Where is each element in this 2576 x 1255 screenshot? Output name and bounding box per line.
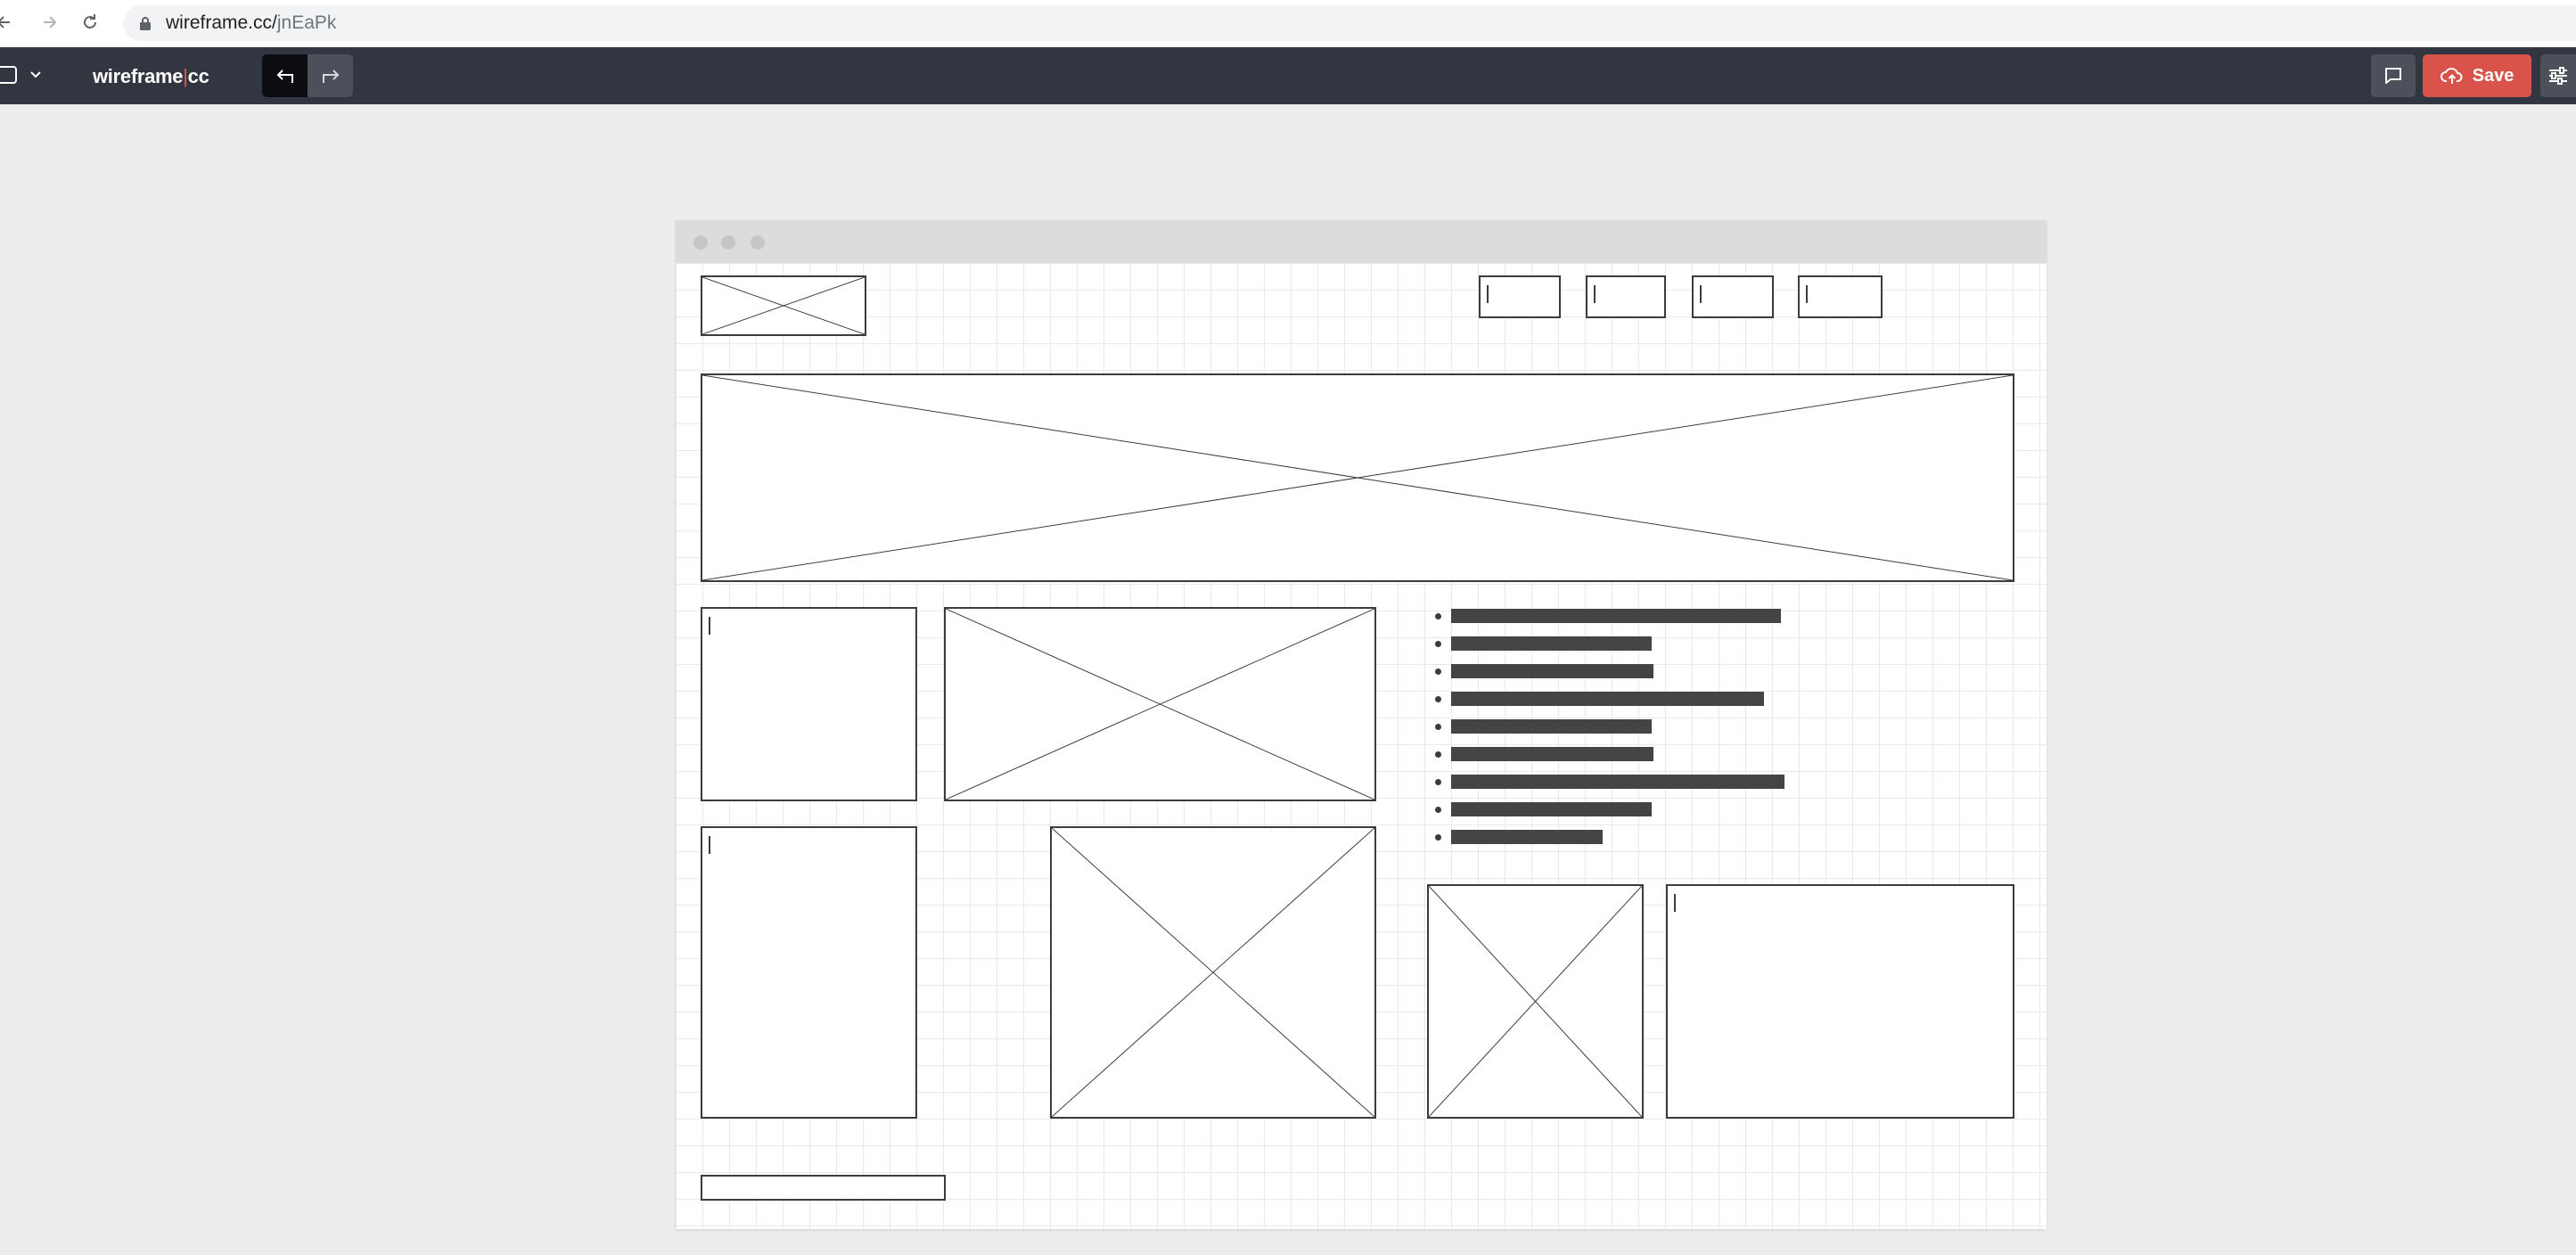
nav-text-box[interactable] [1692,275,1774,318]
save-button[interactable]: Save [2423,54,2531,97]
nav-text-box[interactable] [1798,275,1883,318]
text-cursor [1674,894,1676,912]
image-placeholder[interactable] [1427,884,1644,1119]
browser-chrome: wireframe.cc/jnEaPk [0,0,2576,47]
settings-button[interactable] [2540,54,2576,97]
sliders-icon [2549,67,2567,85]
brand-logo: wireframe|cc [93,65,209,88]
logo-image-placeholder[interactable] [701,275,866,336]
reload-icon [84,14,96,29]
window-dot [721,235,735,250]
bullet-dot [1435,779,1441,785]
url-text: wireframe.cc/jnEaPk [166,12,336,34]
chevron-down-icon [30,71,41,78]
bullet-dot [1435,724,1441,730]
arrow-right-icon [44,16,57,29]
comment-button[interactable] [2371,54,2416,97]
app-toolbar: wireframe|cc Save [0,47,2576,104]
text-line-placeholder [1451,664,1653,678]
undo-button[interactable] [262,54,308,97]
wireframe-editor: wireframe.cc/jnEaPk wireframe|cc Save [0,0,2576,1255]
image-placeholder[interactable] [944,607,1376,801]
brand-name: wireframe [93,65,184,87]
bullet-dot [1435,669,1441,675]
bullet-dot [1435,641,1441,647]
text-cursor [709,836,710,854]
wireframe-browser-window [676,220,2047,1229]
nav-text-box[interactable] [1586,275,1666,318]
image-cross-icon [1052,828,1374,1117]
page-icon [0,66,17,84]
bullet-dot [1435,696,1441,702]
text-cursor [1487,285,1489,303]
text-cursor [1806,285,1808,303]
bullet-dot [1435,834,1441,841]
window-dot [693,235,708,250]
url-path: jnEaPk [276,12,337,33]
brand-suffix: cc [187,65,209,87]
window-dot [751,235,765,250]
text-line-placeholder [1451,692,1764,706]
text-line-placeholder [1451,719,1652,734]
bullet-dot [1435,613,1441,619]
text-line-placeholder [1451,775,1784,789]
text-line-placeholder [1451,830,1603,844]
lock-icon [140,17,151,30]
footer-text-box[interactable] [701,1175,946,1201]
image-cross-icon [946,609,1374,800]
address-bar[interactable]: wireframe.cc/jnEaPk [123,5,2576,41]
bullet-dot [1435,807,1441,813]
reload-button[interactable] [73,5,107,39]
text-block-placeholder[interactable] [701,607,917,801]
text-cursor [709,617,710,635]
url-domain: wireframe.cc/ [166,12,277,33]
text-block-placeholder[interactable] [701,826,917,1119]
bullet-dot [1435,751,1441,758]
wireframe-window-titlebar [676,220,2047,263]
redo-button[interactable] [308,54,353,97]
arrow-left-icon [0,16,10,29]
image-cross-icon [702,375,2013,580]
text-line-placeholder [1451,802,1652,816]
image-cross-icon [702,277,865,334]
text-line-placeholder [1451,636,1652,651]
text-cursor [1594,285,1596,303]
undo-icon [276,70,293,83]
text-line-placeholder [1451,609,1781,623]
text-cursor [1700,285,1702,303]
back-button[interactable] [0,5,21,39]
save-label: Save [2472,65,2514,86]
image-cross-icon [1429,886,1642,1117]
forward-button[interactable] [32,5,66,39]
nav-text-box[interactable] [1479,275,1561,318]
redo-icon [322,70,339,83]
comment-icon [2385,68,2401,84]
text-block-placeholder[interactable] [1666,884,2014,1119]
image-placeholder[interactable] [1050,826,1376,1119]
cloud-upload-icon [2440,68,2463,84]
hero-image-placeholder[interactable] [701,373,2014,582]
pages-menu-button[interactable] [0,60,50,92]
text-line-placeholder [1451,747,1653,761]
